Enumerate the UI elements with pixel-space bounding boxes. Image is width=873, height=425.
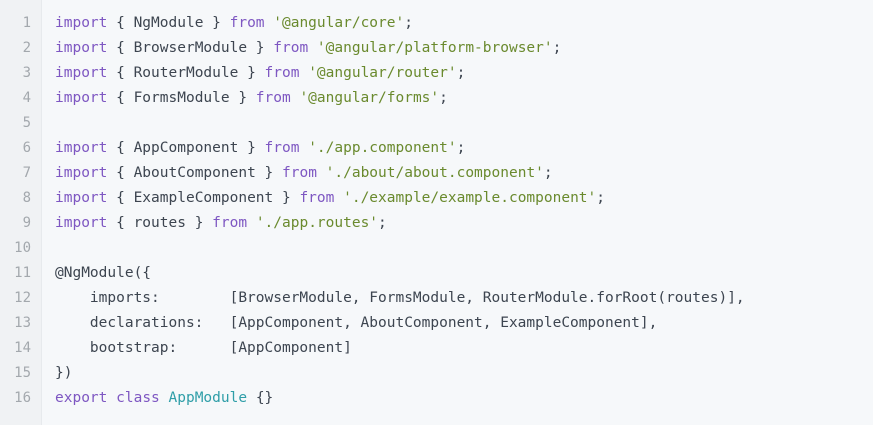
code-token-string: '@angular/forms' — [299, 90, 440, 106]
code-token-plain: bootstrap: [AppComponent] — [55, 340, 352, 356]
code-token-plain: imports: [BrowserModule, FormsModule, Ro… — [55, 290, 745, 306]
code-token-keyword: from — [264, 65, 300, 81]
code-token-string: './about/about.component' — [325, 165, 544, 181]
code-token-plain: ; — [456, 140, 466, 156]
code-token-string: './example/example.component' — [343, 190, 597, 206]
code-token-plain: { FormsModule } — [107, 90, 256, 106]
line-number: 16 — [14, 390, 31, 406]
code-token-keyword: import — [55, 65, 108, 81]
code-token-string: '@angular/core' — [273, 15, 405, 31]
code-token-string: '@angular/router' — [308, 65, 457, 81]
code-text: import { ExampleComponent } from './exam… — [55, 186, 605, 211]
code-editor[interactable]: 1 import { NgModule } from '@angular/core… — [0, 0, 873, 425]
code-token-plain: ; — [552, 40, 562, 56]
line-number: 3 — [22, 65, 31, 81]
code-token-string: './app.component' — [308, 140, 457, 156]
code-token-keyword: import — [55, 215, 108, 231]
line-number: 8 — [22, 190, 31, 206]
line-number: 2 — [22, 40, 31, 56]
code-token-plain: ; — [404, 15, 413, 31]
code-token-plain: { BrowserModule } — [107, 40, 274, 56]
line-number: 14 — [14, 340, 31, 356]
code-token-plain: {} — [247, 390, 274, 406]
code-token-class: AppModule — [168, 390, 248, 406]
code-token-keyword: import — [55, 165, 108, 181]
code-token-plain: declarations: [AppComponent, AboutCompon… — [55, 315, 658, 331]
code-token-keyword: from — [282, 165, 317, 181]
code-text: import { RouterModule } from '@angular/r… — [55, 61, 465, 86]
code-token-keyword: export — [55, 390, 108, 406]
code-token-keyword: from — [299, 190, 335, 206]
code-token-keyword: import — [55, 40, 108, 56]
code-token-keyword: import — [55, 140, 108, 156]
code-token-plain: { AboutComponent } — [107, 165, 282, 181]
code-token-keyword: import — [55, 90, 108, 106]
line-number: 5 — [22, 115, 31, 131]
code-token-keyword: from — [212, 215, 248, 231]
code-token-plain: { RouterModule } — [107, 65, 265, 81]
code-text: import { AboutComponent } from './about/… — [55, 161, 553, 186]
code-text: import { routes } from './app.routes'; — [55, 211, 387, 236]
line-number: 15 — [14, 365, 31, 381]
code-token-keyword: from — [229, 15, 265, 31]
code-token-plain: ; — [596, 190, 606, 206]
code-token-plain: { ExampleComponent } — [107, 190, 300, 206]
code-token-plain: ; — [378, 215, 387, 231]
code-text: declarations: [AppComponent, AboutCompon… — [55, 311, 657, 336]
code-token-string: '@angular/platform-browser' — [316, 40, 553, 56]
code-token-keyword: from — [273, 40, 309, 56]
code-token-plain: { AppComponent } — [107, 140, 265, 156]
code-text: }) — [55, 361, 72, 386]
line-number: 6 — [22, 140, 31, 156]
code-text: import { FormsModule } from '@angular/fo… — [55, 86, 448, 111]
code-token-string: './app.routes' — [255, 215, 379, 231]
code-token-keyword: import — [55, 190, 108, 206]
code-token-plain: ; — [439, 90, 448, 106]
line-number: 7 — [22, 165, 31, 181]
line-number: 1 — [22, 15, 31, 31]
code-token-keyword: from — [264, 140, 300, 156]
code-text: import { AppComponent } from './app.comp… — [55, 136, 465, 161]
line-number: 9 — [22, 215, 31, 231]
code-text: @NgModule({ — [55, 261, 151, 286]
code-text: import { BrowserModule } from '@angular/… — [55, 36, 561, 61]
code-token-plain: { NgModule } — [107, 15, 230, 31]
code-text: export class AppModule {} — [55, 386, 273, 411]
code-token-plain: ; — [543, 165, 553, 181]
code-text: bootstrap: [AppComponent] — [55, 336, 352, 361]
code-text: import { NgModule } from '@angular/core'… — [55, 11, 413, 36]
code-token-keyword: from — [255, 90, 291, 106]
code-token-keyword: class — [116, 390, 160, 406]
code-token-plain: }) — [55, 365, 73, 381]
code-text: imports: [BrowserModule, FormsModule, Ro… — [55, 286, 745, 311]
code-token-keyword: import — [55, 15, 108, 31]
code-token-plain: ; — [456, 65, 466, 81]
code-token-plain: { routes } — [107, 215, 213, 231]
line-number: 11 — [14, 265, 31, 281]
line-number: 13 — [14, 315, 31, 331]
line-number: 12 — [14, 290, 31, 306]
line-number: 4 — [22, 90, 31, 106]
code-token-plain: @NgModule({ — [55, 265, 152, 281]
line-number: 10 — [14, 240, 31, 256]
